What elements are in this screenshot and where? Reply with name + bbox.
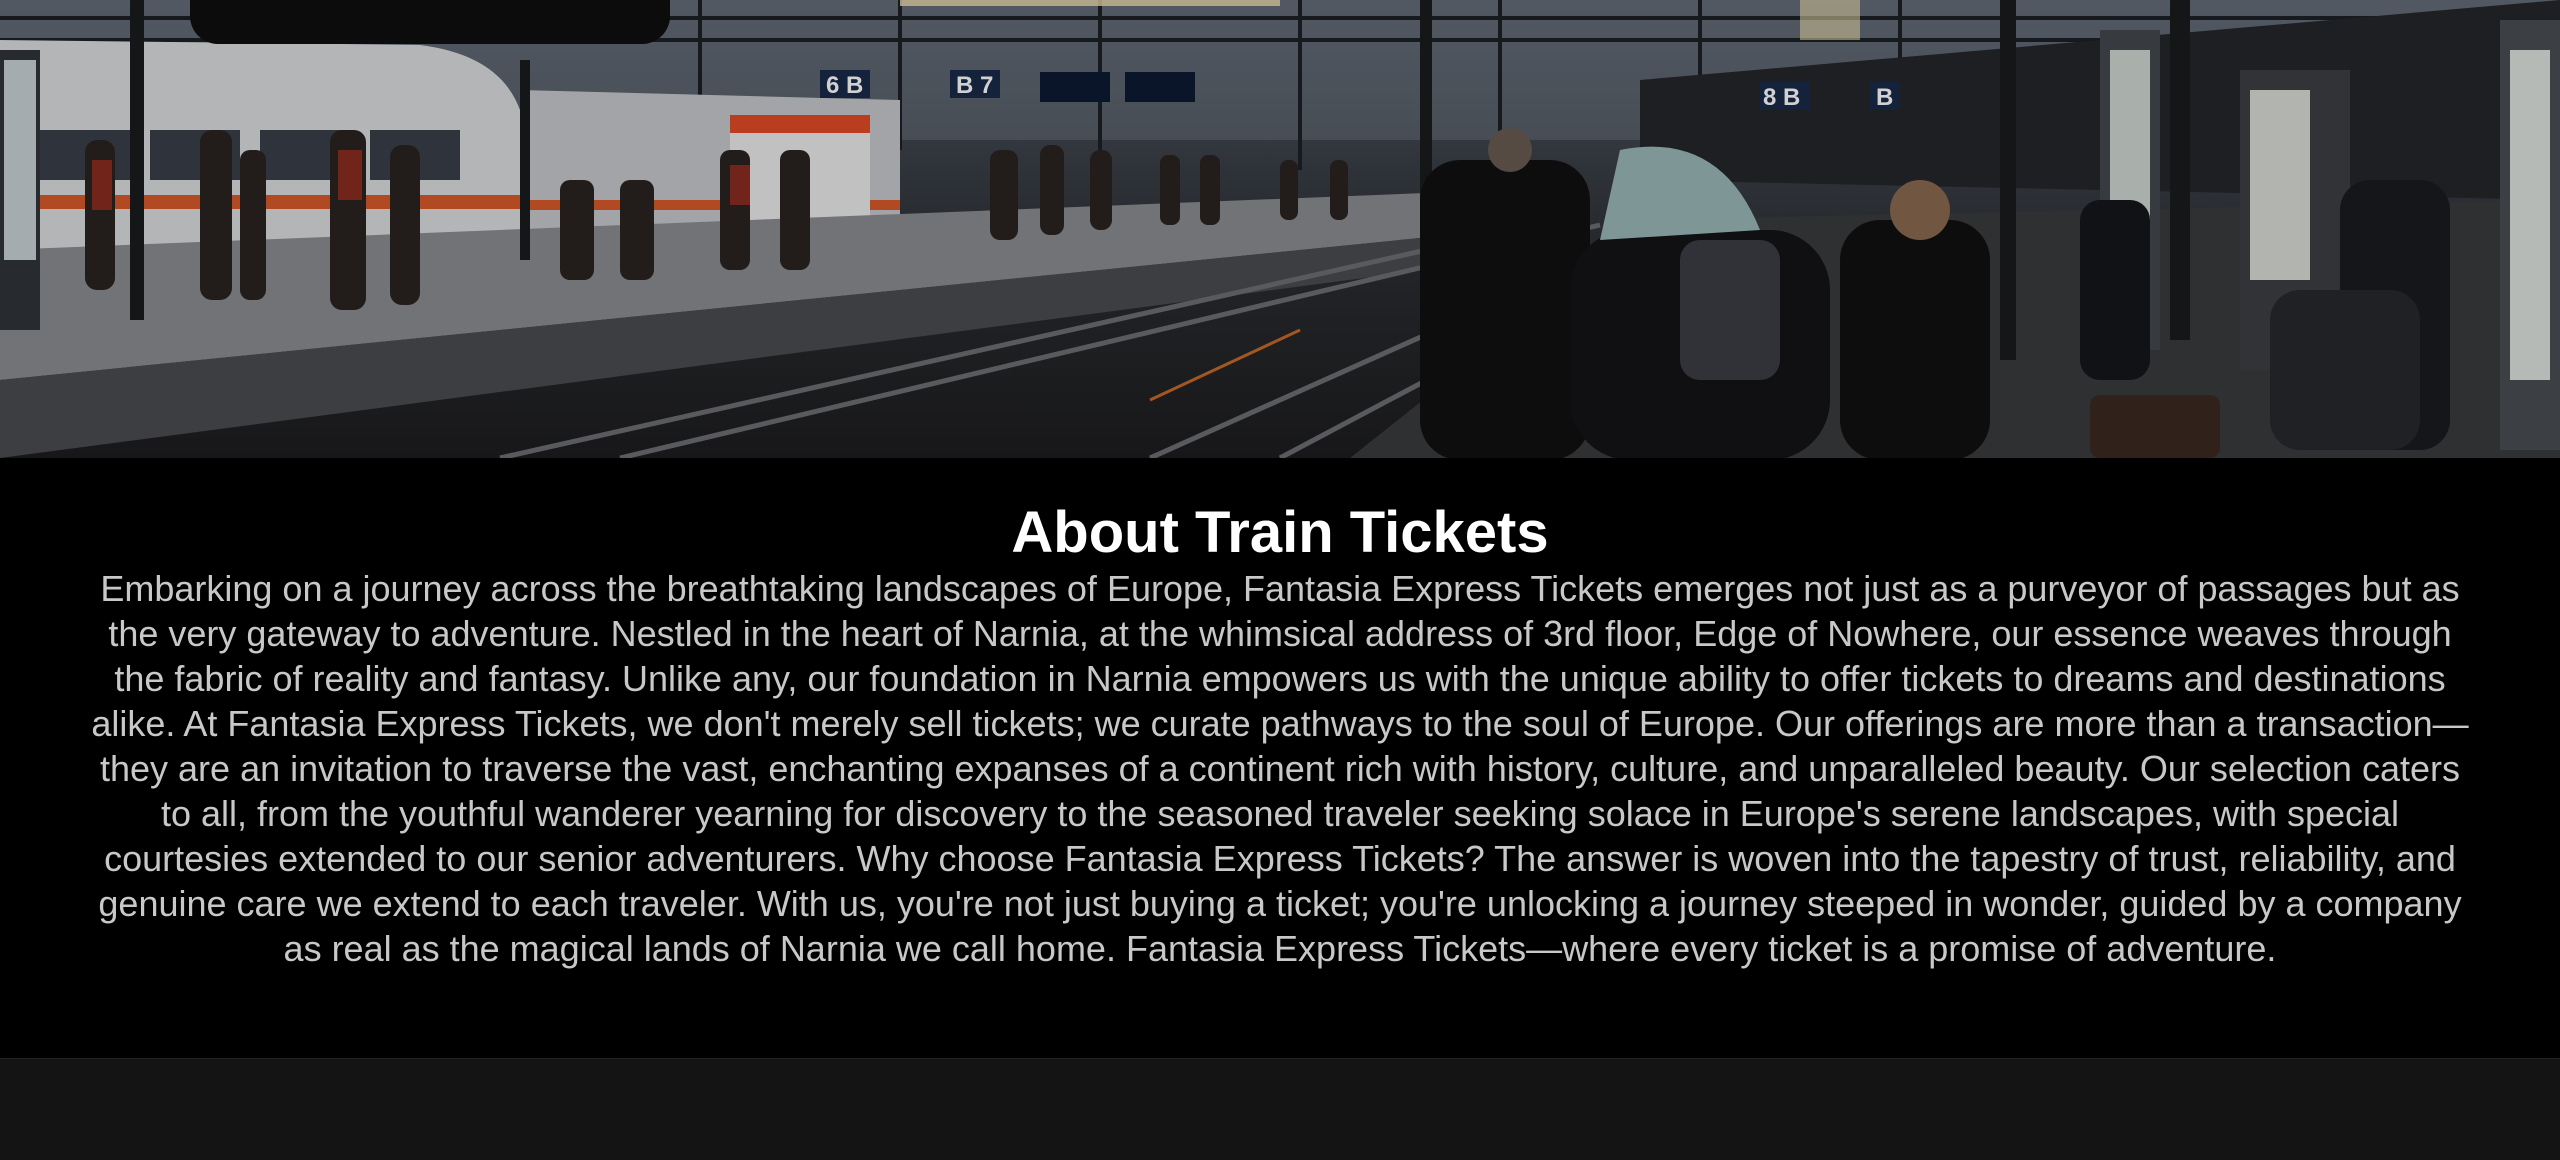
about-title: About Train Tickets <box>1011 500 1549 565</box>
footer-area <box>0 1058 2560 1160</box>
about-description: Embarking on a journey across the breath… <box>91 568 2469 969</box>
page: 6 B B 7 8 B B About Train Tickets Embark… <box>0 0 2560 1160</box>
top-nav-bar <box>190 0 670 44</box>
about-section: About Train Tickets Embarking on a journ… <box>0 458 2560 1058</box>
hero-train-station-image: 6 B B 7 8 B B <box>0 0 2560 458</box>
hero-photo-illustration: 6 B B 7 8 B B <box>0 0 2560 458</box>
